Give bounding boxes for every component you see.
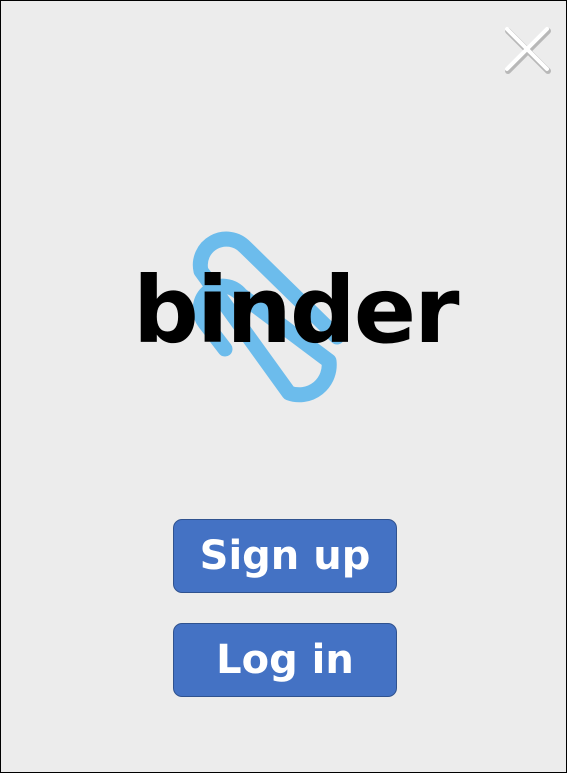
close-icon [505,27,551,74]
app-logo: binder [121,221,460,411]
welcome-screen: binder Sign up Log in [0,0,567,773]
sign-up-button[interactable]: Sign up [173,519,397,593]
close-button[interactable] [499,21,555,77]
logo-text: binder [133,257,460,364]
log-in-button[interactable]: Log in [173,623,397,697]
